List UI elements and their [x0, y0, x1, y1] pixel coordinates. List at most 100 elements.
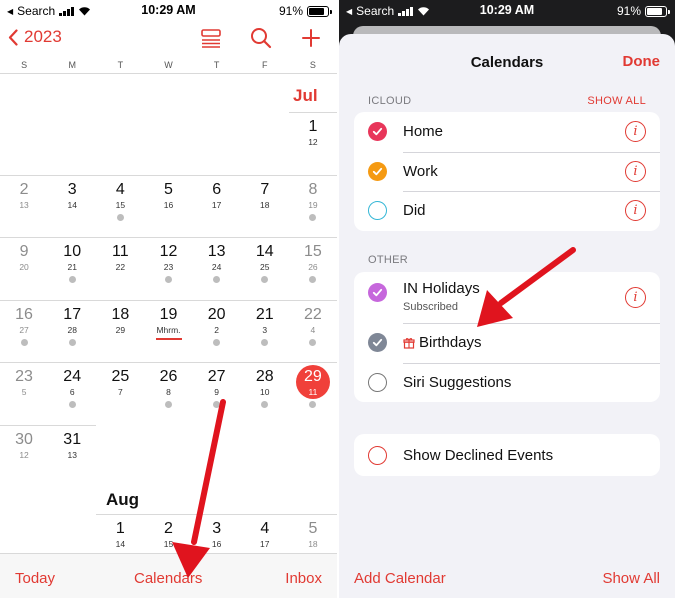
calendar-row-did[interactable]: Did i	[354, 191, 660, 231]
calendar-row-in-holidays[interactable]: IN Holidays Subscribed i	[354, 272, 660, 323]
day-cell[interactable]: 22 4	[289, 306, 337, 346]
day-cell[interactable]: 3 14	[48, 181, 96, 210]
back-to-year-button[interactable]: 2023	[8, 27, 62, 47]
day-cell[interactable]: 11 22	[96, 243, 144, 272]
day-cell[interactable]: 14 25	[241, 243, 289, 283]
day-cell[interactable]: 17 28	[48, 306, 96, 346]
day-cell[interactable]: 3 16	[193, 520, 241, 549]
day-cell[interactable]: 1 12	[289, 118, 337, 147]
day-cell[interactable]: 23 5	[0, 368, 48, 397]
day-number: 14	[255, 243, 274, 260]
day-number: 17	[63, 306, 82, 323]
day-cell[interactable]: 31 13	[48, 431, 96, 460]
day-cell[interactable]: 19 Mhrm.	[145, 306, 193, 340]
add-calendar-button[interactable]: Add Calendar	[354, 570, 446, 587]
day-number: 15	[304, 243, 322, 260]
month-label-aug: Aug	[106, 490, 140, 509]
day-cell[interactable]: 16 27	[0, 306, 48, 346]
checked-circle-icon[interactable]	[368, 333, 387, 353]
day-number: 23	[15, 368, 33, 385]
bottom-toolbar: Today Calendars Inbox	[0, 553, 337, 598]
day-cell[interactable]: 20 2	[193, 306, 241, 346]
info-icon[interactable]: i	[625, 200, 646, 222]
day-cell[interactable]: 10 21	[48, 243, 96, 283]
day-cell[interactable]: 24 6	[48, 368, 96, 408]
day-cell[interactable]: 25 7	[96, 368, 144, 397]
day-number: 16	[15, 306, 33, 323]
day-cell[interactable]: 6 17	[193, 181, 241, 210]
calendar-name-text: Home	[403, 123, 444, 141]
add-event-button[interactable]	[299, 26, 323, 50]
day-cell[interactable]: 7 18	[241, 181, 289, 210]
day-cell[interactable]: 12 23	[145, 243, 193, 283]
battery-icon	[645, 5, 670, 17]
day-number: 2	[164, 520, 173, 537]
day-cell[interactable]: 2 15	[145, 520, 193, 549]
day-number: 25	[111, 368, 130, 385]
show-all-button[interactable]: Show All	[602, 570, 660, 587]
lunar-date: 14	[115, 539, 126, 549]
day-number: 4	[260, 520, 270, 537]
day-cell[interactable]: 4 17	[241, 520, 289, 549]
calendar-row-home[interactable]: Home i	[354, 112, 660, 152]
lunar-date: 10	[260, 387, 270, 397]
day-number: 11	[112, 243, 129, 260]
weekday-label: W	[164, 60, 173, 70]
day-cell[interactable]: 5 16	[145, 181, 193, 210]
day-cell[interactable]: 13 24	[193, 243, 241, 283]
lunar-date: 12	[19, 450, 29, 460]
info-icon[interactable]: i	[625, 287, 646, 308]
day-cell[interactable]: 26 8	[145, 368, 193, 408]
day-cell[interactable]: 213	[0, 181, 48, 210]
done-button[interactable]: Done	[623, 53, 661, 70]
inbox-button[interactable]: Inbox	[285, 570, 322, 587]
day-cell[interactable]: 5 18	[289, 520, 337, 549]
day-number: 8	[308, 181, 318, 198]
day-cell[interactable]: 15 26	[289, 243, 337, 283]
day-cell[interactable]: 28 10	[241, 368, 289, 408]
calendar-row-siri-suggestions[interactable]: Siri Suggestions	[354, 362, 660, 403]
event-dot	[261, 339, 269, 346]
day-number: 6	[212, 181, 222, 198]
event-dot	[116, 214, 124, 221]
day-cell[interactable]: 1 14	[96, 520, 144, 549]
day-number: 5	[308, 520, 318, 537]
checked-circle-icon[interactable]	[368, 283, 387, 302]
show-declined-events-row[interactable]: Show Declined Events	[354, 434, 660, 476]
day-cell[interactable]: 27 9	[193, 368, 241, 408]
info-icon[interactable]: i	[625, 160, 646, 182]
day-cell[interactable]: 18 29	[96, 306, 144, 335]
week-row: 2 13 3 14 4 15 5 16 6 17 7 18 8 19	[0, 175, 337, 238]
day-cell[interactable]: 9 20	[0, 243, 48, 272]
lunar-date: 24	[211, 262, 222, 272]
day-cell[interactable]: 213	[241, 306, 289, 346]
day-number: 24	[63, 368, 82, 385]
lunar-date: 2	[214, 325, 219, 335]
checked-circle-icon[interactable]	[368, 161, 387, 181]
day-cell[interactable]: 30 12	[0, 431, 48, 460]
week-row: 23 5 24 6 25 7 26 8 27 9 28 10 29 11	[0, 362, 337, 425]
lunar-date: 16	[211, 539, 222, 549]
calendar-row-work[interactable]: Work i	[354, 151, 660, 192]
day-number: 7	[260, 181, 270, 198]
list-view-button[interactable]	[199, 26, 223, 50]
show-all-icloud-button[interactable]: SHOW ALL	[587, 95, 646, 107]
week-separator	[0, 237, 337, 238]
today-button[interactable]: Today	[15, 570, 55, 587]
event-dot	[309, 339, 317, 346]
calendars-button[interactable]: Calendars	[134, 570, 202, 587]
day-cell[interactable]: 8 19	[289, 181, 337, 221]
week-separator	[96, 514, 337, 515]
info-icon[interactable]: i	[625, 121, 646, 143]
day-cell[interactable]: 4 15	[96, 181, 144, 221]
event-dot	[213, 276, 221, 283]
search-button[interactable]	[249, 26, 273, 50]
calendar-row-birthdays[interactable]: Birthdays	[354, 323, 660, 363]
checked-circle-icon[interactable]	[368, 122, 387, 142]
lunar-date: 9	[214, 387, 219, 397]
unchecked-circle-icon[interactable]	[368, 372, 387, 392]
unchecked-circle-icon[interactable]	[368, 201, 387, 221]
day-cell-today[interactable]: 29 11	[289, 365, 337, 408]
day-number: 13	[207, 243, 226, 260]
day-number: 26	[159, 368, 178, 385]
